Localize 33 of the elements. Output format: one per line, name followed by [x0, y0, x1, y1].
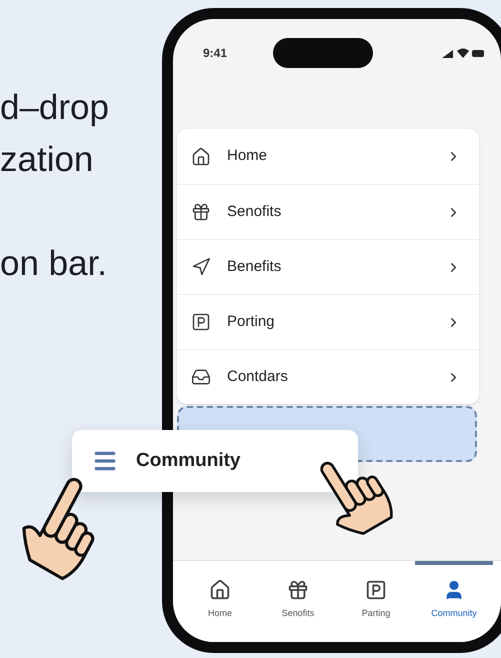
parking-sign-icon [365, 579, 387, 601]
menu-item-label: Porting [227, 312, 276, 332]
tab-item[interactable]: Senofits [259, 561, 337, 642]
status-icons [441, 47, 485, 59]
tab-label: Senofits [282, 607, 314, 620]
menu-item-label: Senofits [227, 202, 282, 222]
tab-label: Parting [362, 607, 390, 620]
caption-text: d–drop [0, 87, 110, 129]
menu-item-label: Home [227, 146, 268, 166]
gift-icon [287, 579, 309, 601]
caption-text: on bar. [0, 243, 108, 285]
navigation-arrow-icon [191, 257, 211, 277]
menu-item-label: Benefits [227, 256, 282, 277]
menu-item[interactable]: Benefits [177, 239, 479, 294]
inbox-icon [191, 367, 211, 387]
tab-item[interactable]: Home [181, 561, 259, 642]
tab-item[interactable]: Parting [337, 561, 415, 642]
house-icon [209, 579, 231, 601]
tab-label: Community [431, 607, 477, 620]
menu-item[interactable]: Senofits [177, 184, 479, 239]
gift-icon [191, 202, 211, 222]
menu-item[interactable]: Contdars [177, 349, 479, 404]
tab-label: Home [208, 607, 232, 620]
menu-item-label: Contdars [227, 366, 289, 387]
caption-text: zation [0, 139, 94, 181]
house-icon [191, 146, 211, 166]
drag-card[interactable]: Community [72, 430, 358, 492]
tab-item[interactable]: Community [415, 561, 493, 642]
menu-item[interactable]: Porting [177, 294, 479, 349]
parking-sign-icon [191, 312, 211, 332]
menu-item[interactable]: Home [177, 129, 479, 184]
status-time: 9:41 [203, 45, 228, 62]
drag-card-label: Community [136, 448, 240, 473]
